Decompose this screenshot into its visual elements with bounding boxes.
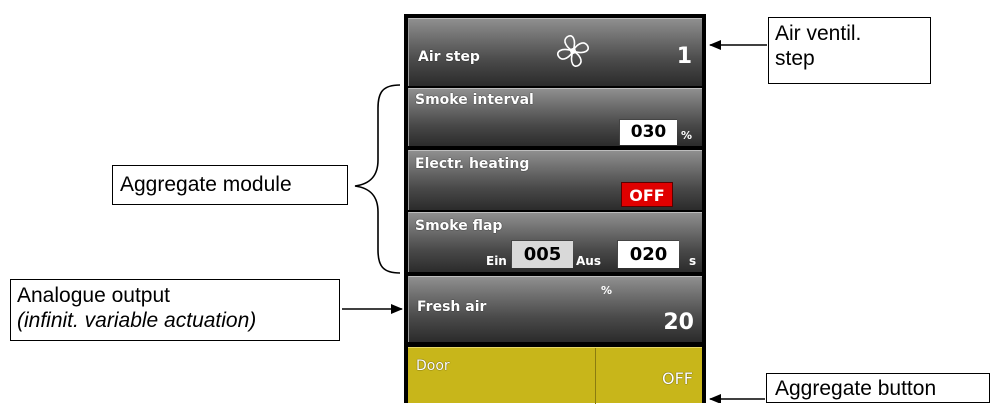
aggregate-module-brace bbox=[354, 84, 401, 274]
annotation-arrows bbox=[342, 40, 767, 403]
